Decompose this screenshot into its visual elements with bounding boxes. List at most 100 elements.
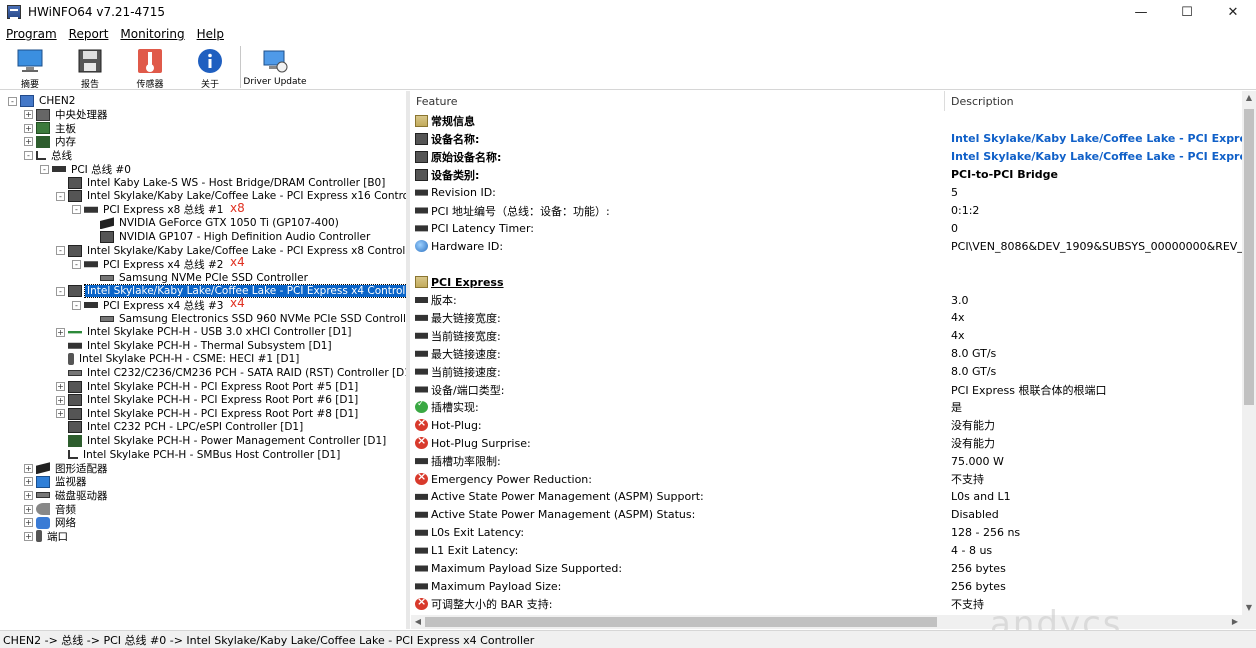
property-row[interactable]: Emergency Power Reduction: 不支持 <box>411 470 1242 488</box>
tree-item[interactable]: + 内存 <box>24 135 78 149</box>
expand-toggle[interactable]: + <box>24 504 33 514</box>
collapse-toggle[interactable]: - <box>72 205 81 215</box>
menu-help[interactable]: Help <box>191 27 230 41</box>
tree-item[interactable]: NVIDIA GeForce GTX 1050 Ti (GP107-400) <box>88 216 341 230</box>
collapse-toggle[interactable]: - <box>56 191 65 201</box>
property-row[interactable]: 最大链接速度: 8.0 GT/s <box>411 345 1242 363</box>
property-row[interactable]: L1 Exit Latency: 4 - 8 us <box>411 542 1242 560</box>
property-row[interactable]: 设备/端口类型: PCI Express 根联合体的根端口 <box>411 381 1242 399</box>
tree-item[interactable]: + 监视器 <box>24 475 89 489</box>
minimize-button[interactable]: — <box>1118 0 1164 24</box>
property-row[interactable]: PCI Express <box>411 273 1242 291</box>
property-row[interactable]: 常规信息 <box>411 112 1242 130</box>
maximize-button[interactable]: ☐ <box>1164 0 1210 24</box>
horizontal-scrollbar[interactable]: ◀ ▶ <box>411 615 1256 629</box>
column-header-feature[interactable]: Feature <box>411 91 945 111</box>
menu-program[interactable]: Program <box>0 27 63 41</box>
tree-item[interactable]: + 网络 <box>24 516 78 530</box>
property-row[interactable]: Maximum Payload Size Supported: 256 bytes <box>411 560 1242 578</box>
expand-toggle[interactable]: + <box>24 463 33 473</box>
expand-toggle[interactable]: + <box>56 327 65 337</box>
collapse-toggle[interactable]: - <box>72 300 81 310</box>
tree-item[interactable]: Intel Skylake PCH-H - Power Management C… <box>56 434 388 448</box>
summary-button[interactable]: 摘要 <box>0 44 60 90</box>
expand-toggle[interactable]: + <box>24 518 33 528</box>
expand-toggle[interactable]: + <box>24 477 33 487</box>
collapse-toggle[interactable]: - <box>56 286 65 296</box>
collapse-toggle[interactable]: - <box>24 150 33 160</box>
property-row[interactable]: 最大链接宽度: 4x <box>411 309 1242 327</box>
tree-item[interactable]: Intel C232 PCH - LPC/eSPI Controller [D1… <box>56 420 305 434</box>
property-row[interactable]: 插槽功率限制: 75.000 W <box>411 452 1242 470</box>
tree-item[interactable]: Intel Skylake PCH-H - SMBus Host Control… <box>56 448 342 462</box>
property-row[interactable]: Hot-Plug Surprise: 没有能力 <box>411 434 1242 452</box>
tree-item[interactable]: + 中央处理器 <box>24 108 110 122</box>
property-row[interactable]: 插槽实现: 是 <box>411 398 1242 416</box>
tree-item[interactable]: - PCI Express x4 总线 #2 <box>72 257 225 271</box>
tree-item[interactable]: Samsung NVMe PCIe SSD Controller <box>88 271 310 285</box>
property-row[interactable]: 原始设备名称: Intel Skylake/Kaby Lake/Coffee La… <box>411 148 1256 166</box>
tree-item[interactable]: Intel C232/C236/CM236 PCH - SATA RAID (R… <box>56 366 406 380</box>
tree-item[interactable]: Intel Skylake PCH-H - Thermal Subsystem … <box>56 339 334 353</box>
tree-item[interactable]: - CHEN2 <box>8 94 77 108</box>
collapse-toggle[interactable]: - <box>56 246 65 256</box>
property-row[interactable]: PCI Latency Timer: 0 <box>411 219 1242 237</box>
property-row[interactable]: Hot-Plug: 没有能力 <box>411 416 1242 434</box>
vertical-scrollbar[interactable]: ▲ ▼ <box>1242 91 1256 615</box>
property-row[interactable]: 当前链接速度: 8.0 GT/s <box>411 363 1242 381</box>
property-row[interactable]: 版本: 3.0 <box>411 291 1242 309</box>
tree-item[interactable]: NVIDIA GP107 - High Definition Audio Con… <box>88 230 372 244</box>
sensors-button[interactable]: 传感器 <box>120 44 180 90</box>
expand-toggle[interactable]: + <box>24 137 33 147</box>
expand-toggle[interactable]: + <box>24 490 33 500</box>
scroll-up-arrow[interactable]: ▲ <box>1242 91 1256 105</box>
expand-toggle[interactable]: + <box>56 382 65 392</box>
about-button[interactable]: 关于 <box>180 44 240 90</box>
scroll-left-arrow[interactable]: ◀ <box>411 615 425 629</box>
tree-item[interactable]: + 端口 <box>24 529 70 543</box>
tree-item[interactable]: + Intel Skylake PCH-H - PCI Express Root … <box>56 393 360 407</box>
tree-item[interactable]: Intel Skylake PCH-H - CSME: HECI #1 [D1] <box>56 352 301 366</box>
tree-item[interactable]: + 音频 <box>24 502 78 516</box>
close-button[interactable]: ✕ <box>1210 0 1256 24</box>
tree-item[interactable]: Samsung Electronics SSD 960 NVMe PCIe SS… <box>88 312 406 326</box>
tree-item[interactable]: + Intel Skylake PCH-H - PCI Express Root … <box>56 407 360 421</box>
property-row[interactable] <box>411 255 1242 273</box>
device-tree[interactable]: - CHEN2 + 中央处理器 + 主板 + 内存 - 总线 - PCI 总线 #0 Intel Kab… <box>0 91 406 629</box>
tree-item[interactable]: Intel Kaby Lake-S WS - Host Bridge/DRAM … <box>56 176 387 190</box>
property-row[interactable]: Active State Power Management (ASPM) Sup… <box>411 488 1242 506</box>
pane-splitter[interactable] <box>406 91 410 629</box>
scroll-down-arrow[interactable]: ▼ <box>1242 601 1256 615</box>
property-row[interactable]: 设备名称: Intel Skylake/Kaby Lake/Coffee Lake… <box>411 130 1256 148</box>
vertical-scroll-thumb[interactable] <box>1244 109 1254 405</box>
tree-item[interactable]: - PCI Express x8 总线 #1 <box>72 203 225 217</box>
report-button[interactable]: 报告 <box>60 44 120 90</box>
collapse-toggle[interactable]: - <box>72 259 81 269</box>
collapse-toggle[interactable]: - <box>40 164 49 174</box>
expand-toggle[interactable]: + <box>56 409 65 419</box>
property-row[interactable]: 当前链接宽度: 4x <box>411 327 1242 345</box>
menu-report[interactable]: Report <box>63 27 115 41</box>
property-row[interactable]: 设备类别: PCI-to-PCI Bridge <box>411 166 1242 184</box>
expand-toggle[interactable]: + <box>24 531 33 541</box>
property-row[interactable]: Revision ID: 5 <box>411 184 1242 202</box>
expand-toggle[interactable]: + <box>24 110 33 120</box>
property-row[interactable]: Hardware ID: PCI\VEN_8086&DEV_1909&SUBSYS… <box>411 237 1256 255</box>
tree-item[interactable]: + Intel Skylake PCH-H - PCI Express Root … <box>56 380 360 394</box>
column-header-description[interactable]: Description <box>946 91 1242 111</box>
expand-toggle[interactable]: + <box>24 123 33 133</box>
tree-item[interactable]: + 主板 <box>24 121 78 135</box>
tree-item[interactable]: - PCI 总线 #0 <box>40 162 133 176</box>
scroll-right-arrow[interactable]: ▶ <box>1228 615 1242 629</box>
tree-item[interactable]: - 总线 <box>24 148 74 162</box>
tree-item[interactable]: - PCI Express x4 总线 #3 <box>72 298 225 312</box>
horizontal-scroll-thumb[interactable] <box>425 617 937 627</box>
tree-item[interactable]: + Intel Skylake PCH-H - USB 3.0 xHCI Cont… <box>56 325 353 339</box>
collapse-toggle[interactable]: - <box>8 96 17 106</box>
expand-toggle[interactable]: + <box>56 395 65 405</box>
tree-item[interactable]: + 磁盘驱动器 <box>24 488 110 502</box>
property-row[interactable]: PCI 地址编号（总线：设备：功能）: 0:1:2 <box>411 202 1242 220</box>
driver-update-button[interactable]: Driver Update <box>241 44 309 90</box>
property-row[interactable]: L0s Exit Latency: 128 - 256 ns <box>411 524 1242 542</box>
tree-item[interactable]: + 图形适配器 <box>24 461 110 475</box>
